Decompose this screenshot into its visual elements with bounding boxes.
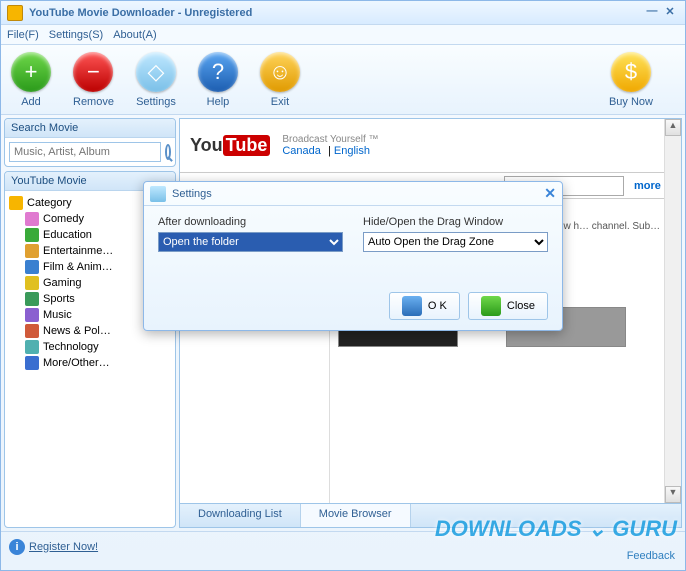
dialog-close-icon[interactable]: ✕ — [544, 185, 556, 202]
category-icon — [25, 324, 39, 338]
tab-downloading[interactable]: Downloading List — [180, 504, 301, 527]
help-button[interactable]: ?Help — [198, 52, 238, 108]
search-panel-title: Search Movie — [5, 119, 175, 138]
after-download-select[interactable]: Open the folder — [158, 232, 343, 252]
category-icon — [25, 276, 39, 290]
dialog-title: Settings — [172, 188, 544, 200]
arrow-icon — [481, 296, 501, 316]
app-icon — [7, 5, 23, 21]
category-icon — [25, 340, 39, 354]
scroll-up-icon[interactable]: ▲ — [665, 119, 681, 136]
titlebar: YouTube Movie Downloader - Unregistered … — [1, 1, 685, 25]
drag-window-select[interactable]: Auto Open the Drag Zone — [363, 232, 548, 252]
search-icon[interactable] — [165, 144, 171, 160]
info-icon: i — [9, 539, 25, 555]
cube-icon: ◇ — [136, 52, 176, 92]
category-icon — [25, 292, 39, 306]
vertical-scrollbar[interactable]: ▲ ▼ — [664, 119, 681, 503]
dollar-icon: $ — [611, 52, 651, 92]
ok-button[interactable]: O K — [389, 292, 460, 320]
menu-settings[interactable]: Settings(S) — [49, 29, 103, 41]
scroll-down-icon[interactable]: ▼ — [665, 486, 681, 503]
buy-now-button[interactable]: $Buy Now — [609, 52, 653, 108]
feedback-link[interactable]: Feedback — [627, 550, 675, 562]
yt-country-link[interactable]: Canada — [282, 145, 321, 157]
menu-about[interactable]: About(A) — [113, 29, 156, 41]
search-panel: Search Movie — [4, 118, 176, 167]
category-icon — [25, 260, 39, 274]
category-icon — [25, 212, 39, 226]
remove-button[interactable]: −Remove — [73, 52, 114, 108]
settings-icon — [150, 186, 166, 202]
plus-icon: + — [11, 52, 51, 92]
exit-button[interactable]: ☺Exit — [260, 52, 300, 108]
app-window: YouTube Movie Downloader - Unregistered … — [0, 0, 686, 571]
youtube-logo[interactable]: YouTube — [190, 135, 270, 156]
save-icon — [402, 296, 422, 316]
register-link[interactable]: Register Now! — [29, 541, 98, 553]
tab-movie-browser[interactable]: Movie Browser — [301, 504, 411, 527]
watermark: DOWNLOADS ⌄ GURU — [435, 516, 677, 542]
yt-tagline: Broadcast Yourself ™ — [282, 134, 378, 145]
menubar: File(F) Settings(S) About(A) — [1, 25, 685, 45]
minus-icon: − — [73, 52, 113, 92]
tree-item[interactable]: More/Other… — [7, 355, 173, 371]
add-button[interactable]: +Add — [11, 52, 51, 108]
person-icon: ☺ — [260, 52, 300, 92]
toolbar: +Add −Remove ◇Settings ?Help ☺Exit $Buy … — [1, 45, 685, 115]
category-icon — [25, 308, 39, 322]
category-icon — [25, 228, 39, 242]
settings-dialog: Settings ✕ After downloading Open the fo… — [143, 181, 563, 331]
search-input[interactable] — [9, 142, 161, 162]
close-button[interactable]: ✕ — [661, 5, 679, 21]
minimize-button[interactable]: — — [643, 5, 661, 21]
question-icon: ? — [198, 52, 238, 92]
category-icon — [25, 356, 39, 370]
settings-button[interactable]: ◇Settings — [136, 52, 176, 108]
tree-item[interactable]: Technology — [7, 339, 173, 355]
after-download-label: After downloading — [158, 216, 343, 228]
folder-icon — [9, 196, 23, 210]
close-button[interactable]: Close — [468, 292, 548, 320]
yt-header: YouTube Broadcast Yourself ™ Canada | En… — [180, 119, 681, 173]
window-title: YouTube Movie Downloader - Unregistered — [29, 7, 643, 19]
menu-file[interactable]: File(F) — [7, 29, 39, 41]
category-icon — [25, 244, 39, 258]
drag-window-label: Hide/Open the Drag Window — [363, 216, 548, 228]
yt-lang-link[interactable]: English — [334, 145, 370, 157]
